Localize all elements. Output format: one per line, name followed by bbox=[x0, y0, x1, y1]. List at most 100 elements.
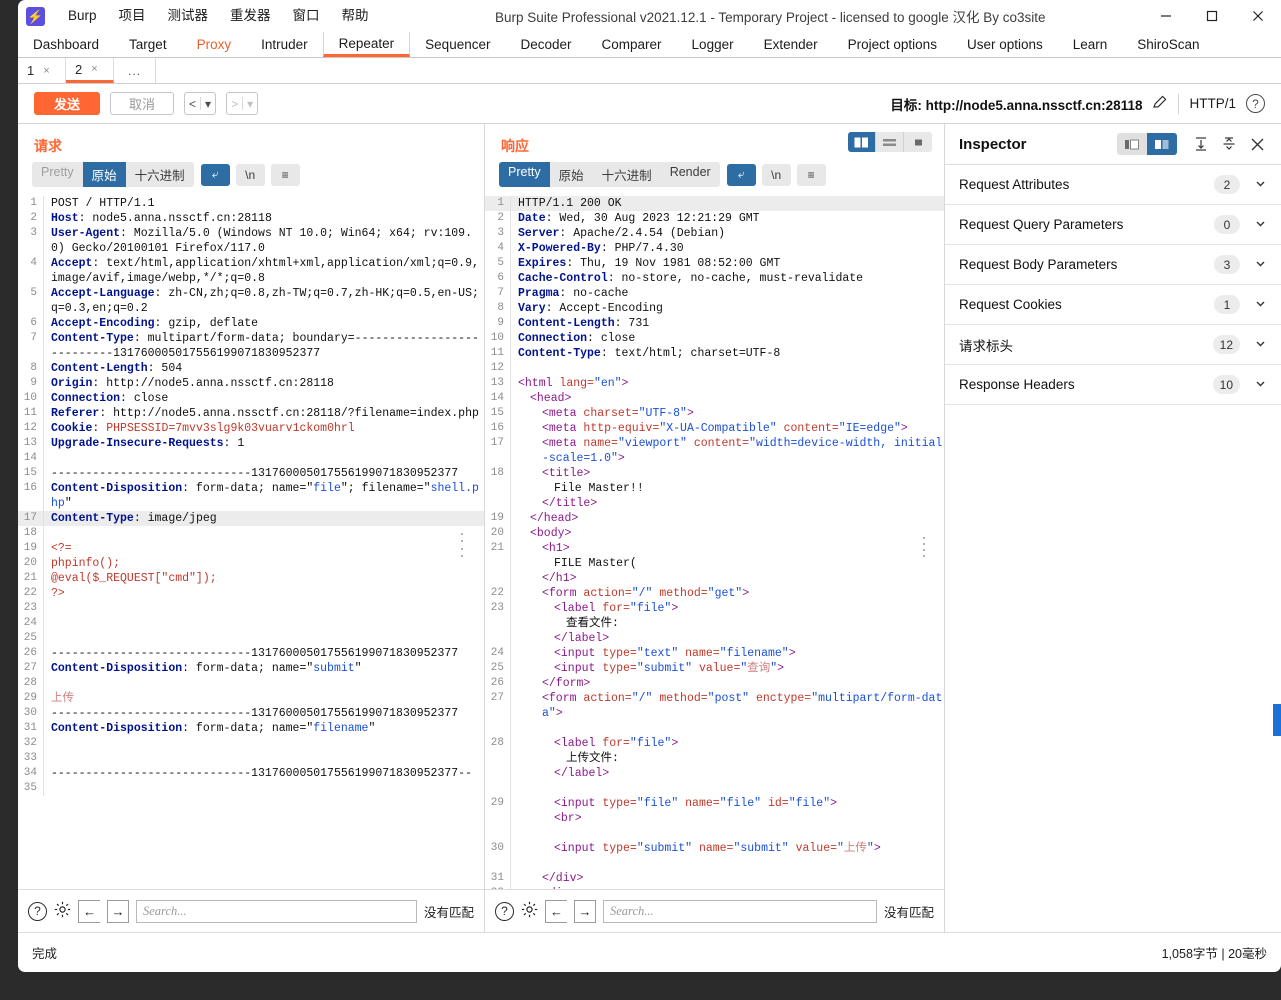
menu-item-intruder[interactable]: 测试器 bbox=[157, 0, 220, 32]
menu-item-window[interactable]: 窗口 bbox=[282, 0, 331, 32]
response-search-input[interactable] bbox=[603, 899, 877, 923]
code-line: 19 <?= bbox=[18, 541, 484, 556]
collapse-all-icon[interactable] bbox=[1215, 132, 1243, 156]
search-next-button[interactable]: → bbox=[574, 899, 596, 923]
line-number: 1 bbox=[18, 196, 44, 211]
layout-single-icon[interactable] bbox=[904, 132, 932, 152]
help-icon[interactable]: ? bbox=[495, 901, 514, 921]
search-prev-button[interactable]: ← bbox=[78, 899, 100, 923]
chevron-down-icon[interactable] bbox=[1254, 297, 1267, 313]
inspector-section-row[interactable]: Request Query Parameters 0 bbox=[945, 205, 1281, 245]
tab-target[interactable]: Target bbox=[114, 32, 182, 57]
code-text: Content-Disposition: form-data; name="fi… bbox=[51, 482, 479, 510]
code-text: -----------------------------13176000501… bbox=[51, 647, 459, 660]
expand-all-icon[interactable] bbox=[1187, 132, 1215, 156]
search-next-button[interactable]: → bbox=[107, 899, 129, 923]
request-tab-pretty[interactable]: Pretty bbox=[32, 162, 83, 187]
tab-user-options[interactable]: User options bbox=[952, 32, 1058, 57]
word-wrap-icon[interactable]: ⤶ bbox=[726, 163, 756, 186]
response-tab-raw[interactable]: 原始 bbox=[550, 162, 593, 187]
inspector-section-row[interactable]: Response Headers 10 bbox=[945, 365, 1281, 405]
inspector-section-row[interactable]: Request Body Parameters 3 bbox=[945, 245, 1281, 285]
edit-pencil-icon[interactable] bbox=[1152, 94, 1168, 113]
request-tab-raw[interactable]: 原始 bbox=[82, 162, 126, 187]
line-number: 25 bbox=[485, 661, 511, 676]
line-number: 7 bbox=[18, 331, 44, 361]
repeater-tab-add[interactable]: ... bbox=[114, 58, 157, 83]
tab-logger[interactable]: Logger bbox=[677, 32, 749, 57]
code-text: </label> bbox=[554, 632, 610, 645]
request-editor[interactable]: 1 POST / HTTP/1.1 2 Host: node5.anna.nssctf… bbox=[18, 196, 484, 889]
close-icon[interactable]: × bbox=[43, 65, 49, 77]
repeater-tab-1[interactable]: 1 × bbox=[18, 58, 66, 83]
tab-shiroscan[interactable]: ShiroScan bbox=[1122, 32, 1214, 57]
response-tab-hex[interactable]: 十六进制 bbox=[593, 162, 661, 187]
response-tab-render[interactable]: Render bbox=[661, 162, 720, 187]
chevron-down-icon[interactable] bbox=[1254, 257, 1267, 273]
request-search-input[interactable] bbox=[136, 899, 417, 923]
back-button[interactable]: < ▾ bbox=[184, 92, 217, 115]
chevron-down-icon[interactable] bbox=[1254, 337, 1267, 353]
cancel-button[interactable]: 取消 bbox=[110, 92, 175, 115]
gear-icon[interactable] bbox=[54, 901, 71, 921]
tab-project-options[interactable]: Project options bbox=[833, 32, 952, 57]
menu-item-help[interactable]: 帮助 bbox=[331, 0, 380, 32]
request-menu-icon[interactable]: ≡ bbox=[270, 163, 300, 186]
line-number: 33 bbox=[18, 751, 44, 766]
tab-comparer[interactable]: Comparer bbox=[587, 32, 677, 57]
response-editor[interactable]: 1 HTTP/1.1 200 OK 2 Date: Wed, 30 Aug 2023 … bbox=[485, 196, 944, 889]
tab-intruder[interactable]: Intruder bbox=[246, 32, 323, 57]
menu-item-repeater[interactable]: 重发器 bbox=[219, 0, 282, 32]
maximize-button[interactable] bbox=[1189, 0, 1235, 32]
search-prev-button[interactable]: ← bbox=[545, 899, 567, 923]
line-number: 19 bbox=[485, 511, 511, 526]
inspector-dock-right-icon[interactable] bbox=[1147, 133, 1177, 155]
request-tab-hex[interactable]: 十六进制 bbox=[126, 162, 194, 187]
response-tab-pretty[interactable]: Pretty bbox=[499, 162, 550, 187]
inspector-close-icon[interactable] bbox=[1243, 132, 1271, 156]
chevron-down-icon[interactable] bbox=[1254, 177, 1267, 193]
word-wrap-icon[interactable]: ⤶ bbox=[200, 163, 230, 186]
inspector-section-row[interactable]: Request Attributes 2 bbox=[945, 165, 1281, 205]
gear-icon[interactable] bbox=[521, 901, 538, 921]
forward-button[interactable]: > ▾ bbox=[226, 92, 259, 115]
scrollbar-thumb[interactable] bbox=[1273, 704, 1281, 736]
tab-sequencer[interactable]: Sequencer bbox=[410, 32, 505, 57]
inspector-dock-left-icon[interactable] bbox=[1117, 133, 1147, 155]
response-split-handle[interactable] bbox=[459, 530, 465, 560]
close-button[interactable] bbox=[1235, 0, 1281, 32]
tab-learn[interactable]: Learn bbox=[1058, 32, 1123, 57]
code-line: 查看文件: bbox=[485, 616, 944, 631]
line-number: 13 bbox=[485, 376, 511, 391]
chevron-down-icon[interactable] bbox=[1254, 377, 1267, 393]
help-icon[interactable]: ? bbox=[28, 901, 47, 921]
request-search-bar: ? ← → 没有匹配 bbox=[18, 889, 484, 932]
layout-stacked-icon[interactable] bbox=[876, 132, 904, 152]
inspector-section-row[interactable]: 请求标头 12 bbox=[945, 325, 1281, 365]
close-icon[interactable]: × bbox=[91, 63, 97, 75]
minimize-button[interactable] bbox=[1143, 0, 1189, 32]
window-scrollbar[interactable] bbox=[1273, 124, 1281, 932]
tab-repeater[interactable]: Repeater bbox=[322, 32, 411, 57]
tab-proxy[interactable]: Proxy bbox=[182, 32, 247, 57]
newline-icon[interactable]: \n bbox=[235, 163, 265, 186]
tab-dashboard[interactable]: Dashboard bbox=[18, 32, 114, 57]
repeater-tab-2[interactable]: 2 × bbox=[66, 58, 114, 83]
http-version-label[interactable]: HTTP/1 bbox=[1189, 96, 1236, 111]
line-number: 25 bbox=[18, 631, 44, 646]
newline-icon[interactable]: \n bbox=[761, 163, 791, 186]
help-icon[interactable]: ? bbox=[1246, 94, 1265, 113]
tab-extender[interactable]: Extender bbox=[749, 32, 833, 57]
menu-item-project[interactable]: 项目 bbox=[108, 0, 157, 32]
line-number: 23 bbox=[18, 601, 44, 616]
inspector-section-row[interactable]: Request Cookies 1 bbox=[945, 285, 1281, 325]
send-button[interactable]: 发送 bbox=[34, 92, 101, 115]
menu-item-burp[interactable]: Burp bbox=[57, 0, 108, 32]
tab-decoder[interactable]: Decoder bbox=[505, 32, 586, 57]
response-menu-icon[interactable]: ≡ bbox=[796, 163, 826, 186]
chevron-down-icon[interactable] bbox=[1254, 217, 1267, 233]
code-line: 10 Connection: close bbox=[18, 391, 484, 406]
layout-side-by-side-icon[interactable] bbox=[848, 132, 876, 152]
inspector-split-handle[interactable] bbox=[921, 535, 927, 559]
